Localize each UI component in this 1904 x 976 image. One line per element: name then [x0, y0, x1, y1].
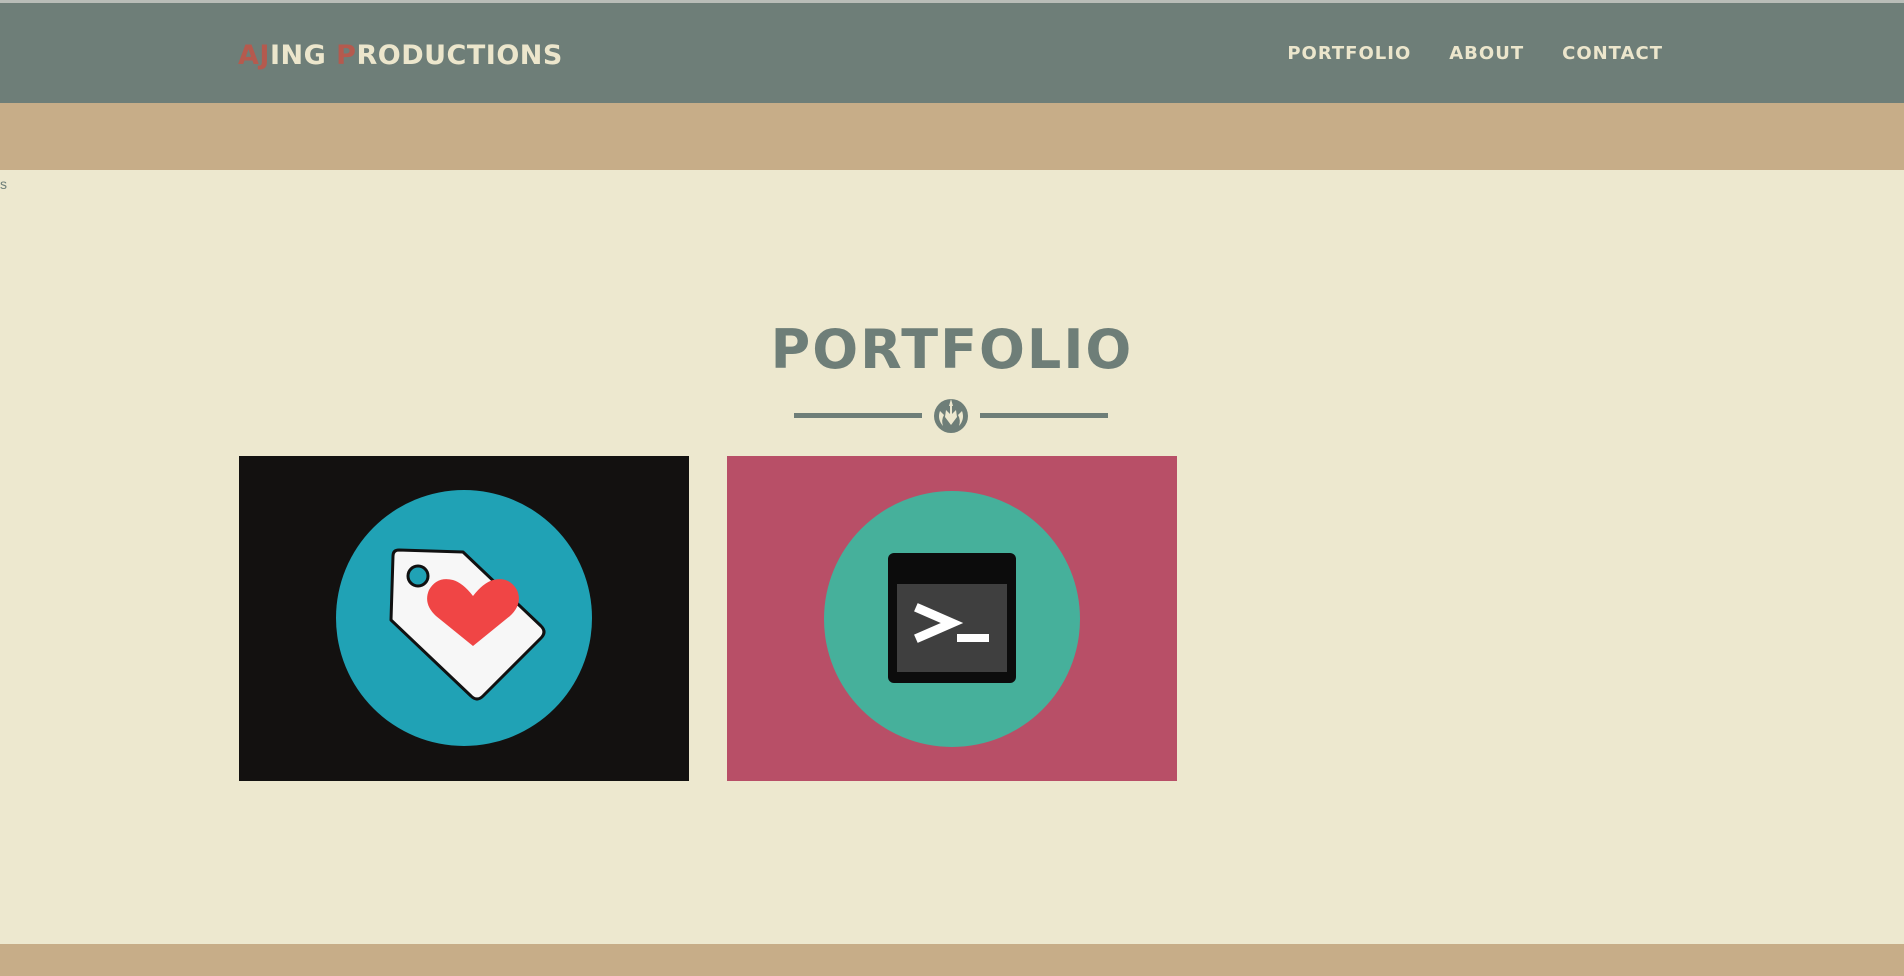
stray-text: s: [0, 176, 7, 192]
header-band: [0, 103, 1904, 170]
brand-text-roductions: RODUCTIONS: [356, 40, 563, 71]
portfolio-item-tag[interactable]: [239, 456, 689, 781]
terminal-icon: [824, 491, 1080, 747]
star-divider: [794, 395, 1108, 435]
portfolio-heading: PORTFOLIO: [770, 318, 1134, 381]
brand-logo-link[interactable]: AJING PRODUCTIONS: [238, 40, 563, 71]
portfolio-item-terminal[interactable]: [727, 456, 1177, 781]
price-tag-heart-icon: [336, 490, 592, 746]
divider-line-left: [794, 413, 922, 418]
brand-accent-aj: AJ: [238, 40, 270, 71]
footer-band: [0, 944, 1904, 976]
brand-text-ing: ING: [269, 40, 337, 71]
rebel-alliance-icon: [934, 399, 968, 433]
nav-link-contact[interactable]: CONTACT: [1562, 43, 1663, 64]
navbar: AJING PRODUCTIONS PORTFOLIO ABOUT CONTAC…: [0, 3, 1904, 103]
nav-link-portfolio[interactable]: PORTFOLIO: [1287, 43, 1411, 64]
main-nav: PORTFOLIO ABOUT CONTACT: [1287, 43, 1663, 64]
nav-link-about[interactable]: ABOUT: [1449, 43, 1524, 64]
brand-accent-p: P: [336, 40, 357, 71]
divider-line-right: [980, 413, 1108, 418]
